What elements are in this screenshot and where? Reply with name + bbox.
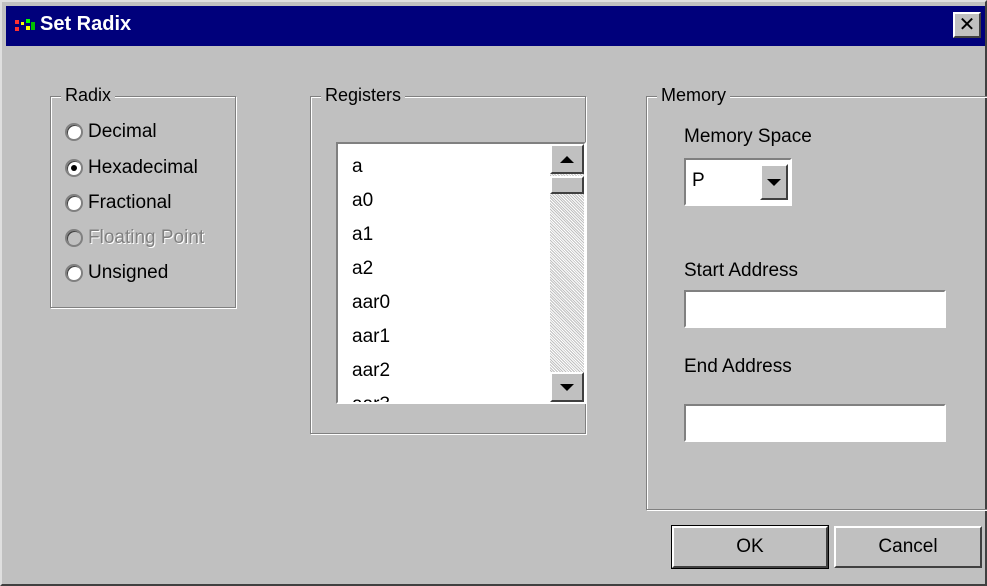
radio-hexadecimal-label: Hexadecimal — [88, 157, 198, 178]
scroll-thumb[interactable] — [550, 176, 584, 194]
list-item[interactable]: aar3 — [352, 388, 390, 402]
radio-floating-point-label: Floating Point — [88, 227, 205, 248]
cancel-button-label: Cancel — [878, 536, 938, 557]
start-address-field[interactable] — [684, 290, 946, 328]
radio-fractional-label: Fractional — [88, 192, 172, 213]
end-address-label: End Address — [684, 356, 792, 377]
radio-hexadecimal-indicator — [65, 159, 83, 177]
arrow-down-icon — [560, 383, 574, 391]
radio-decimal-label: Decimal — [88, 121, 157, 142]
radio-decimal-indicator — [65, 123, 83, 141]
list-item[interactable]: a1 — [352, 218, 390, 252]
memory-space-value: P — [692, 170, 705, 191]
radio-fractional[interactable]: Fractional — [65, 190, 171, 216]
close-icon: ✕ — [958, 14, 976, 36]
radix-group-label: Radix — [61, 85, 116, 106]
radio-unsigned-label: Unsigned — [88, 262, 169, 283]
end-address-field[interactable] — [684, 404, 946, 442]
window-title: Set Radix — [40, 13, 132, 35]
radix-group: Radix Decimal Hexadecimal Fractional Flo… — [50, 85, 236, 308]
registers-scrollbar[interactable] — [550, 144, 584, 402]
list-item[interactable]: aar1 — [352, 320, 390, 354]
registers-list: a a0 a1 a2 aar0 aar1 aar2 aar3 — [352, 150, 390, 402]
ok-button-label: OK — [736, 536, 764, 557]
cancel-button[interactable]: Cancel — [834, 526, 982, 568]
memory-space-select[interactable]: P — [684, 158, 792, 206]
arrow-up-icon — [560, 155, 574, 163]
memory-group-label: Memory — [657, 85, 731, 106]
list-item[interactable]: a — [352, 150, 390, 184]
close-button[interactable]: ✕ — [953, 12, 981, 38]
radio-hexadecimal[interactable]: Hexadecimal — [65, 155, 198, 181]
registers-listbox[interactable]: a a0 a1 a2 aar0 aar1 aar2 aar3 — [336, 142, 586, 404]
radio-unsigned[interactable]: Unsigned — [65, 260, 168, 286]
start-address-label: Start Address — [684, 260, 799, 281]
set-radix-dialog: Set Radix ✕ Radix Decimal Hexadecimal Fr… — [0, 0, 987, 586]
memory-space-dropdown-button[interactable] — [760, 164, 788, 200]
ok-button[interactable]: OK — [671, 525, 829, 569]
memory-space-label: Memory Space — [684, 126, 812, 147]
scroll-up-button[interactable] — [550, 144, 584, 174]
radio-floating-point: Floating Point — [65, 225, 204, 251]
list-item[interactable]: aar2 — [352, 354, 390, 388]
radio-unsigned-indicator — [65, 264, 83, 282]
list-item[interactable]: a0 — [352, 184, 390, 218]
scroll-down-button[interactable] — [550, 372, 584, 402]
radio-fractional-indicator — [65, 194, 83, 212]
chevron-down-icon — [767, 178, 781, 186]
radio-decimal[interactable]: Decimal — [65, 119, 157, 145]
radio-floating-point-indicator — [65, 229, 83, 247]
app-icon — [15, 19, 35, 31]
list-item[interactable]: aar0 — [352, 286, 390, 320]
registers-group-label: Registers — [321, 85, 406, 106]
title-bar[interactable]: Set Radix ✕ — [6, 6, 985, 46]
list-item[interactable]: a2 — [352, 252, 390, 286]
